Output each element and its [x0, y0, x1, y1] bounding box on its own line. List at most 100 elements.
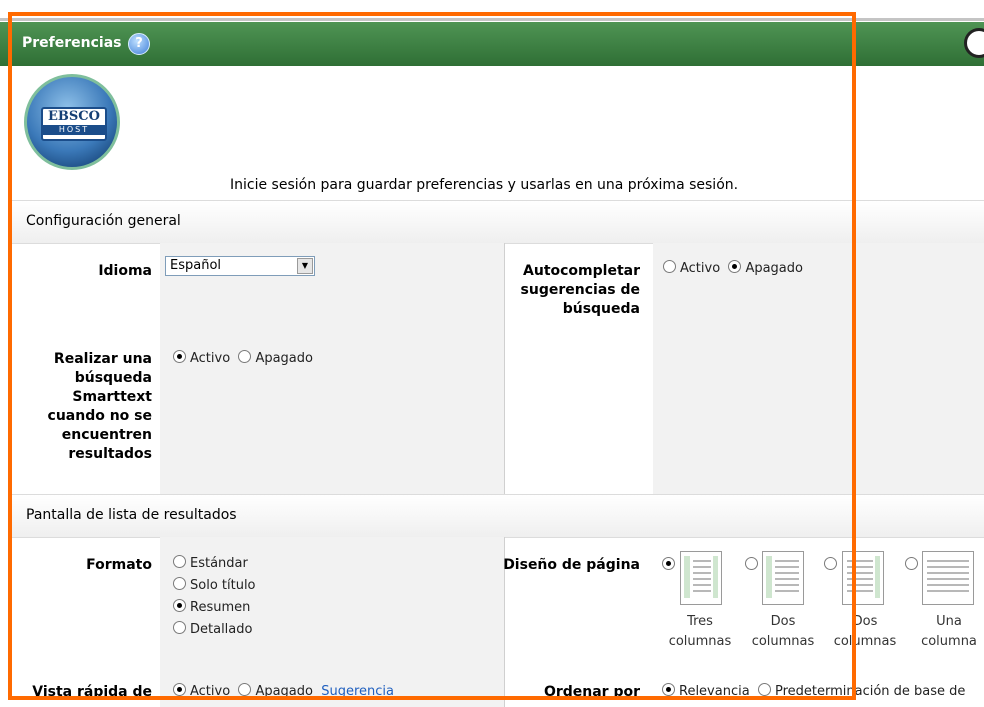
thumb-right-rail [875, 556, 880, 598]
chevron-down-icon[interactable]: ▼ [297, 258, 313, 274]
quick-view-label: Vista rápida de [32, 684, 152, 700]
layout-one-column-radio[interactable] [905, 557, 918, 570]
autocomplete-label: Autocompletar sugerencias de búsqueda [520, 263, 640, 317]
thumb-line [693, 566, 711, 568]
format-option-summary[interactable]: Resumen [173, 597, 256, 619]
layout-one-column-caption-1: Una [936, 614, 962, 629]
autocomplete-options: Activo Apagado [663, 260, 803, 276]
general-settings-bar: Configuración general [12, 200, 984, 244]
thumb-line [775, 578, 799, 580]
layout-three-columns-caption-1: Tres [687, 614, 713, 629]
logo-plate: EBSCO HOST [41, 107, 107, 141]
format-standard-label: Estándar [190, 556, 248, 571]
page-layout-label: Diseño de página [503, 557, 640, 573]
format-option-standard[interactable]: Estándar [173, 553, 256, 575]
format-detailed-radio[interactable] [173, 621, 186, 634]
autocomplete-off-radio[interactable] [728, 260, 742, 273]
format-standard-radio[interactable] [173, 555, 186, 568]
thumb-line [693, 572, 711, 574]
results-display-title: Pantalla de lista de resultados [26, 507, 237, 523]
layout-two-columns-caption-1: Dos [770, 614, 796, 629]
thumb-line [927, 590, 969, 592]
thumb-line [847, 572, 873, 574]
thumb-line [693, 560, 711, 562]
thumb-line [693, 584, 711, 586]
layout-two-columns-caption-2: columnas [751, 634, 815, 649]
top-divider [0, 18, 984, 21]
help-icon[interactable]: ? [128, 33, 150, 55]
sort-default-radio[interactable] [757, 683, 771, 696]
layout-three-columns-caption-2: columnas [668, 634, 732, 649]
layout-two-columns-alt-caption-2: columnas [833, 634, 897, 649]
general-right-values-area [653, 243, 984, 494]
autocomplete-off-label: Apagado [745, 261, 803, 276]
layout-two-columns-alt-caption: Dos columnas [830, 612, 900, 652]
quick-view-on-radio[interactable] [173, 683, 186, 696]
layout-three-columns-thumbnail[interactable] [680, 551, 722, 605]
quick-view-on-label: Activo [190, 684, 231, 699]
thumb-line [927, 572, 969, 574]
layout-two-columns-alt-radio[interactable] [824, 557, 837, 570]
sort-default-label: Predeterminación de base de [774, 684, 966, 699]
format-title-only-label: Solo título [190, 578, 256, 593]
language-select[interactable]: Español ▼ [165, 256, 315, 276]
thumb-line [927, 566, 969, 568]
format-title-only-radio[interactable] [173, 577, 186, 590]
smarttext-on-label: Activo [190, 351, 231, 366]
layout-two-columns-caption: Dos columnas [748, 612, 818, 652]
layout-two-columns-thumbnail[interactable] [762, 551, 804, 605]
thumb-line [775, 584, 799, 586]
format-option-detailed[interactable]: Detallado [173, 619, 256, 641]
format-options: Estándar Solo título Resumen Detallado [173, 553, 256, 641]
general-left-values-area [160, 243, 504, 494]
login-message: Inicie sesión para guardar preferencias … [230, 177, 739, 193]
thumb-right-rail [713, 556, 718, 598]
logo-text-host: HOST [43, 125, 105, 135]
smarttext-off-label: Apagado [255, 351, 313, 366]
format-detailed-label: Detallado [190, 622, 253, 637]
thumb-line [847, 590, 873, 592]
sort-by-label: Ordenar por [543, 684, 640, 700]
layout-two-columns-radio[interactable] [745, 557, 758, 570]
thumb-line [775, 572, 799, 574]
smarttext-on-radio[interactable] [173, 350, 186, 363]
autocomplete-on-radio[interactable] [663, 260, 676, 273]
layout-two-columns-alt-thumbnail[interactable] [842, 551, 884, 605]
sort-relevance-label: Relevancia [679, 684, 750, 699]
thumb-line [847, 584, 873, 586]
quick-view-off-radio[interactable] [238, 683, 252, 696]
thumb-left-rail [684, 556, 690, 598]
results-display-bar: Pantalla de lista de resultados [12, 494, 984, 538]
ebscohost-logo: EBSCO HOST [24, 74, 120, 170]
sort-relevance-radio[interactable] [662, 683, 675, 696]
format-summary-label: Resumen [190, 600, 251, 615]
general-settings-title: Configuración general [26, 213, 181, 229]
thumb-line [693, 578, 711, 580]
quick-view-off-label: Apagado [255, 684, 313, 699]
thumb-line [927, 560, 969, 562]
thumb-line [847, 566, 873, 568]
language-label: Idioma [98, 263, 152, 279]
thumb-line [927, 584, 969, 586]
thumb-line [775, 560, 799, 562]
close-icon[interactable] [964, 28, 984, 58]
sort-by-options: Relevancia Predeterminación de base de [662, 683, 965, 699]
preferences-title: Preferencias [22, 35, 122, 51]
tip-link[interactable]: Sugerencia [321, 684, 394, 699]
smarttext-off-radio[interactable] [238, 350, 252, 363]
layout-three-columns-radio[interactable] [662, 557, 675, 570]
format-option-title-only[interactable]: Solo título [173, 575, 256, 597]
thumb-line [775, 566, 799, 568]
smarttext-options: Activo Apagado [173, 350, 313, 366]
logo-text-ebsco: EBSCO [48, 109, 100, 124]
smarttext-label: Realizar una búsqueda Smarttext cuando n… [47, 351, 152, 462]
layout-one-column-caption: Una columna [914, 612, 984, 652]
thumb-left-rail [766, 556, 772, 598]
thumb-line [775, 590, 799, 592]
format-summary-radio[interactable] [173, 599, 186, 612]
layout-three-columns-caption: Tres columnas [665, 612, 735, 652]
layout-one-column-thumbnail[interactable] [922, 551, 974, 605]
preferences-header: Preferencias ? [0, 22, 984, 66]
thumb-line [693, 590, 711, 592]
thumb-line [927, 578, 969, 580]
